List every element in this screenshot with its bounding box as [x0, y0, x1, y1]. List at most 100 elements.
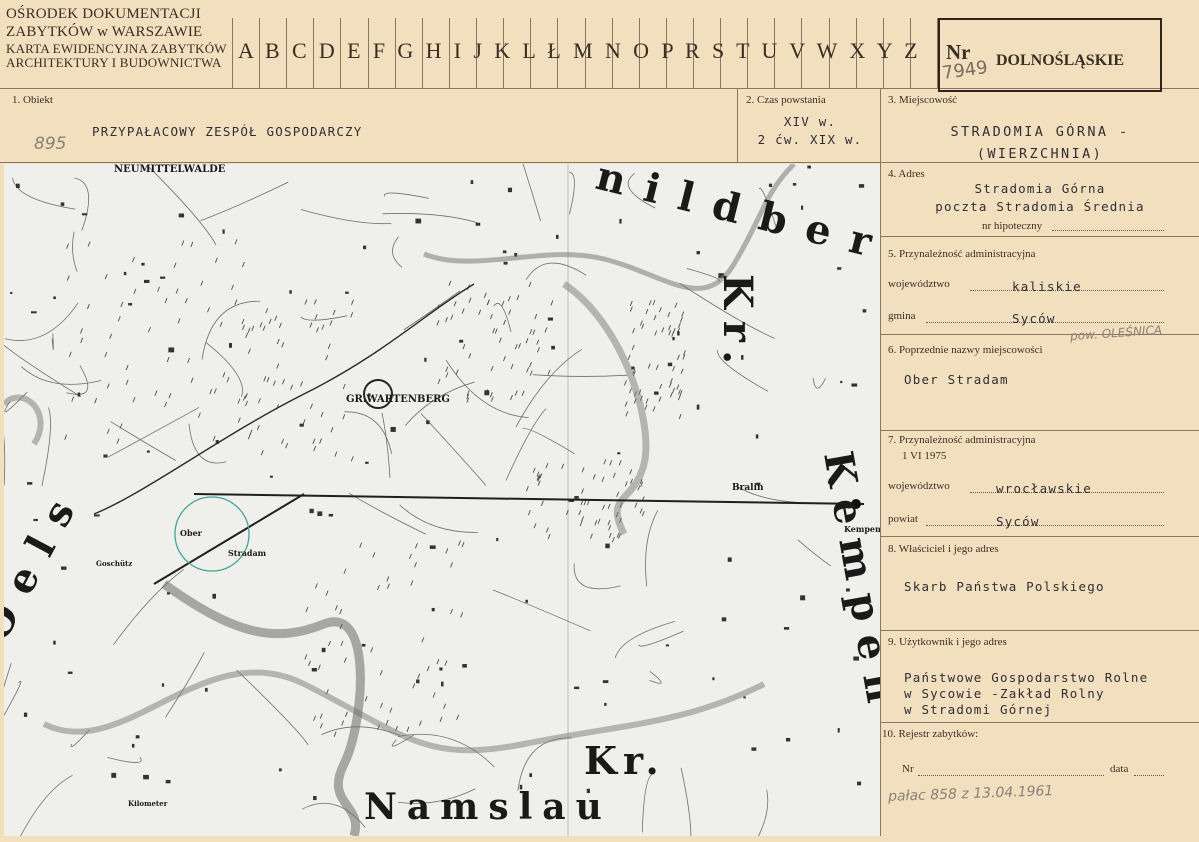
settlement-mark: [424, 357, 427, 362]
inst-line-4: ARCHITEKTURY I BUDOWNICTWA: [6, 55, 222, 70]
settlement-mark: [547, 317, 554, 321]
settlement-mark: [727, 557, 732, 562]
settlement-mark: [507, 187, 513, 193]
settlement-mark: [755, 434, 759, 439]
settlement-mark: [10, 291, 13, 295]
map-town-label: Goschütz: [96, 559, 132, 568]
settlement-mark: [837, 267, 842, 270]
f7-pow-label: powiat: [888, 513, 918, 525]
f1-pencil-number: 895: [34, 134, 67, 154]
inst-line-2: ZABYTKÓW w WARSZAWIE: [6, 24, 203, 40]
f5-pencil-note: pow. OLEŚNICA: [1069, 322, 1163, 344]
settlement-mark: [768, 183, 773, 187]
institution-header: OŚRODEK DOKUMENTACJI ZABYTKÓW w WARSZAWI…: [6, 6, 227, 70]
settlement-mark: [60, 566, 67, 570]
settlement-mark: [160, 276, 166, 279]
settlement-mark: [574, 686, 580, 690]
map-district-label: Namslau: [364, 786, 612, 828]
settlement-mark: [165, 779, 171, 784]
settlement-mark: [317, 511, 323, 517]
f9-label: 9. Użytkownik i jego adres: [888, 636, 1007, 648]
settlement-mark: [67, 671, 73, 674]
map-district-label: Kr.: [714, 274, 761, 376]
settlement-mark: [654, 391, 659, 395]
settlement-mark: [128, 303, 133, 306]
f6-value: Ober Stradam: [904, 372, 1009, 387]
settlement-mark: [222, 229, 225, 234]
f10-label: 10. Rejestr zabytków:: [882, 728, 979, 740]
inst-line-1: OŚRODEK DOKUMENTACJI: [6, 6, 201, 22]
settlement-mark: [135, 735, 140, 739]
settlement-mark: [53, 296, 56, 300]
rule-r4: [880, 236, 1199, 237]
settlement-mark: [299, 423, 304, 427]
f10-data-label: data: [1110, 763, 1129, 775]
settlement-mark: [665, 644, 669, 647]
settlement-mark: [161, 683, 165, 687]
f2-line2: 2 ćw. XIX w.: [757, 132, 863, 147]
settlement-mark: [555, 234, 559, 239]
rule-r3: [880, 162, 1199, 163]
settlement-mark: [604, 702, 607, 706]
settlement-mark: [619, 218, 622, 224]
f10-nr-label: Nr: [902, 763, 914, 775]
settlement-mark: [311, 667, 317, 672]
f7-woj-label: województwo: [888, 480, 950, 492]
region-name: DOLNOŚLĄSKIE: [996, 52, 1125, 69]
f1-label: 1. Obiekt: [12, 94, 53, 106]
settlement-mark: [81, 213, 88, 216]
settlement-mark: [53, 640, 56, 645]
rule-r9: [880, 722, 1199, 723]
f8-label: 8. Właściciel i jego adres: [888, 543, 999, 555]
map-town-label: Kempen: [844, 524, 880, 534]
map-town-label: NEUMITTELWALDE: [114, 164, 226, 175]
f5-gmina-label: gmina: [888, 310, 916, 322]
f9-line2: w Sycowie -Zakład Rolny: [904, 686, 1105, 701]
settlement-mark: [475, 222, 481, 226]
historical-map: nildberg Kr. Kempen Oels Kr. Namslau NEUMITTEL…: [0, 152, 942, 842]
settlement-mark: [696, 404, 700, 410]
settlement-mark: [416, 679, 420, 684]
settlement-mark: [146, 450, 150, 453]
f3-line2: (WIERZCHNIA): [976, 146, 1104, 162]
f7-pow-value: Syców: [996, 514, 1040, 529]
settlement-mark: [605, 543, 610, 549]
settlement-mark: [269, 475, 273, 478]
f7-pow-dots: [926, 525, 1164, 526]
settlement-mark: [16, 183, 20, 189]
f4-hip-dots: [1052, 230, 1164, 231]
f4-line2: poczta Stradomia Średnia: [935, 199, 1145, 214]
settlement-mark: [31, 311, 37, 314]
map-town-label: Bralin: [732, 483, 764, 493]
rule-r7: [880, 536, 1199, 537]
settlement-mark: [807, 165, 811, 169]
f4-label: 4. Adres: [888, 168, 925, 180]
settlement-mark: [721, 617, 727, 622]
settlement-mark: [328, 513, 334, 517]
settlement-mark: [309, 508, 314, 514]
settlement-mark: [426, 420, 430, 425]
settlement-mark: [574, 496, 579, 499]
settlement-mark: [131, 743, 135, 748]
settlement-mark: [345, 291, 349, 294]
settlement-mark: [289, 290, 292, 294]
settlement-mark: [204, 687, 208, 692]
f4-hip-label: nr hipoteczny: [982, 220, 1043, 232]
settlement-mark: [441, 681, 444, 687]
settlement-mark: [313, 795, 317, 801]
settlement-mark: [858, 184, 865, 188]
f5-woj-label: województwo: [888, 278, 950, 290]
f5-woj-value: kaliskie: [1012, 279, 1082, 294]
f10-pencil-note: pałac 858 z 13.04.1961: [887, 783, 1054, 805]
settlement-mark: [143, 279, 150, 283]
settlement-mark: [278, 768, 282, 772]
f7-woj-value: wrocławskie: [996, 481, 1092, 496]
settlement-mark: [862, 309, 867, 313]
settlement-mark: [786, 737, 791, 742]
f5-label: 5. Przynależność administracyjna: [888, 248, 1036, 260]
settlement-mark: [857, 781, 862, 786]
settlement-mark: [751, 747, 757, 751]
f10-nr-dots: [918, 775, 1104, 776]
settlement-mark: [143, 774, 149, 780]
map-town-label: GR.WARTENBERG: [346, 394, 450, 405]
